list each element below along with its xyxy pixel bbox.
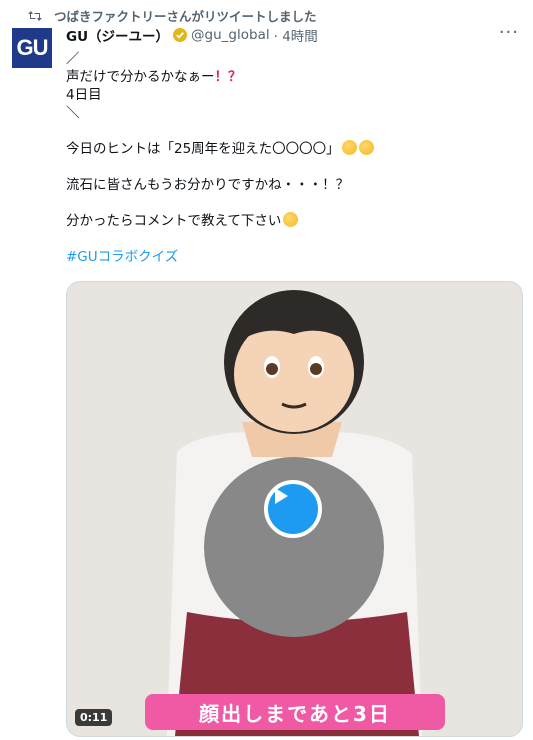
text-line: 今日のヒントは「25周年を迎えた〇〇〇〇」: [66, 140, 521, 158]
hashtag-link[interactable]: #GUコラボクイズ: [66, 248, 521, 266]
text-line: ＼: [66, 105, 80, 121]
exclaim-question-icon: ！？: [214, 69, 242, 85]
text-line: 声だけで分かるかなぁー！？: [66, 69, 242, 85]
more-icon[interactable]: ···: [499, 22, 519, 43]
video-player[interactable]: 0:11 顔出しまであと3日: [66, 281, 523, 737]
retweet-text: つばきファクトリーさんがリツイートしました: [54, 9, 317, 24]
avatar-logo: GU: [16, 35, 49, 60]
text-line: 4日目: [66, 87, 102, 103]
heart-eyes-icon: [283, 212, 299, 227]
tweet-text: ／ 声だけで分かるかなぁー！？ 4日目 ＼ 今日のヒントは「25周年を迎えた〇〇…: [66, 50, 521, 266]
video-banner: 顔出しまであと3日: [145, 694, 445, 730]
play-icon[interactable]: [264, 480, 322, 538]
verified-badge-icon: [173, 28, 188, 42]
text-line: 分かったらコメントで教えて下さい: [66, 212, 521, 230]
author-name[interactable]: GU（ジーユー）: [66, 25, 169, 45]
text-line: 流石に皆さんもうお分かりですかね・・・！？: [66, 177, 350, 193]
retweet-context[interactable]: つばきファクトリーさんがリツイートしました: [28, 6, 317, 25]
avatar[interactable]: GU: [12, 28, 52, 68]
tweet-header: GU（ジーユー） @gu_global · 4時間: [66, 25, 318, 45]
text-line: ／: [66, 51, 80, 67]
author-handle[interactable]: @gu_global: [191, 27, 270, 43]
timestamp[interactable]: · 4時間: [274, 25, 318, 45]
retweet-icon: [28, 10, 42, 22]
thinking-face-icon: [358, 140, 374, 155]
video-duration: 0:11: [75, 709, 113, 726]
thinking-face-icon: [341, 140, 357, 155]
